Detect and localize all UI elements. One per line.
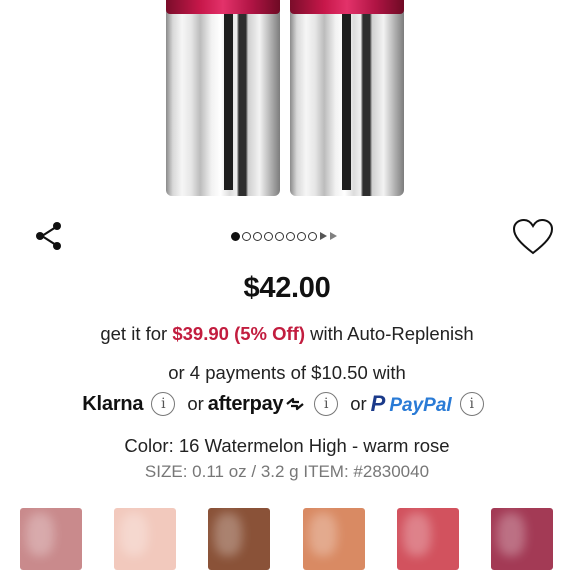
carousel-dot[interactable]: [242, 231, 251, 241]
afterpay-logo[interactable]: afterpay: [208, 393, 306, 416]
or-text: or: [187, 393, 204, 414]
replenish-sale-price[interactable]: $39.90 (5% Off): [172, 323, 305, 344]
share-icon[interactable]: [34, 220, 64, 252]
color-swatch[interactable]: [20, 508, 82, 570]
lipstick-cap: [290, 0, 404, 14]
carousel-last-icon[interactable]: [330, 232, 337, 240]
afterpay-info-icon[interactable]: i: [314, 392, 339, 416]
price: $42.00: [243, 272, 331, 304]
klarna-info-icon[interactable]: i: [151, 392, 176, 416]
color-swatch[interactable]: [114, 508, 176, 570]
color-swatch[interactable]: [397, 508, 459, 570]
or-text: or: [350, 393, 367, 414]
product-image[interactable]: [0, 0, 574, 200]
carousel-dot[interactable]: [264, 231, 273, 241]
carousel-next-icon[interactable]: [320, 232, 327, 240]
installments-text: or 4 payments of $10.50 with: [168, 362, 406, 383]
afterpay-arrows-icon: [286, 398, 304, 411]
carousel-pagination[interactable]: [231, 230, 337, 242]
replenish-suffix: with Auto-Replenish: [304, 323, 474, 344]
carousel-dot[interactable]: [308, 231, 317, 241]
payment-providers: Klarna i or afterpay i or P PayPal i: [0, 391, 574, 417]
color-swatch[interactable]: [208, 508, 270, 570]
carousel-dot[interactable]: [253, 231, 262, 241]
color-swatches: [0, 508, 574, 580]
size-item-info: SIZE: 0.11 oz / 3.2 g ITEM: #2830040: [144, 462, 430, 481]
carousel-dot[interactable]: [297, 231, 306, 241]
paypal-logo[interactable]: P PayPal: [371, 391, 452, 417]
selected-color: Color: 16 Watermelon High - warm rose: [124, 435, 450, 456]
carousel-dot[interactable]: [231, 231, 240, 241]
lipstick-tube-right: [290, 0, 404, 196]
paypal-p-icon: P: [370, 391, 386, 416]
color-swatch[interactable]: [491, 508, 553, 570]
replenish-prefix: get it for: [100, 323, 173, 344]
color-swatch[interactable]: [303, 508, 365, 570]
lipstick-tube-left: [166, 0, 280, 196]
paypal-info-icon[interactable]: i: [459, 392, 484, 416]
carousel-dot[interactable]: [275, 231, 284, 241]
klarna-logo[interactable]: Klarna: [82, 393, 143, 416]
heart-icon[interactable]: [512, 218, 554, 256]
carousel-dot[interactable]: [286, 231, 295, 241]
lipstick-cap: [166, 0, 280, 14]
auto-replenish-line: get it for $39.90 (5% Off) with Auto-Rep…: [0, 323, 574, 345]
